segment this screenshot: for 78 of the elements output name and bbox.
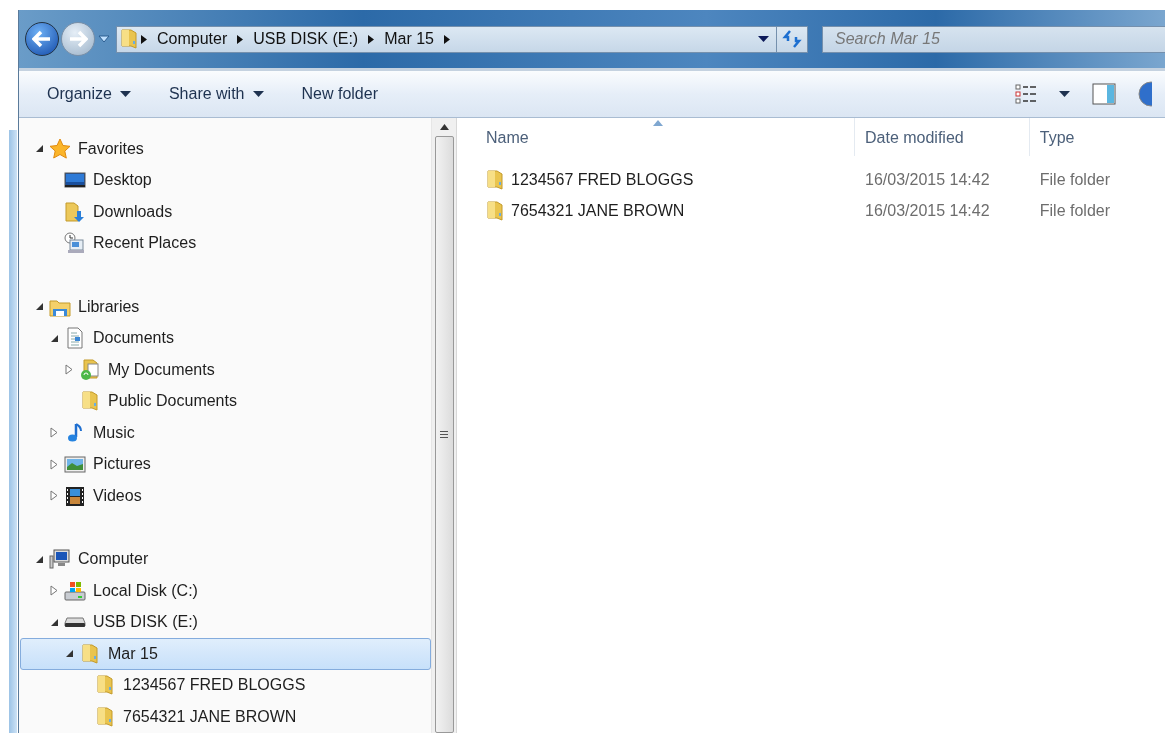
view-options-icon[interactable] <box>1015 84 1037 104</box>
document-icon <box>64 327 86 350</box>
recent-places-icon <box>64 232 86 255</box>
tree-item[interactable]: Desktop <box>20 164 431 196</box>
tree-item[interactable]: Mar 15 <box>20 638 431 670</box>
breadcrumb-arrow-icon[interactable] <box>237 34 244 44</box>
grip-icon <box>440 431 448 438</box>
tree-item[interactable]: 1234567 FRED BLOGGS <box>20 669 431 701</box>
column-header[interactable]: Name <box>457 118 855 156</box>
collapse-arrow-icon[interactable] <box>65 649 74 659</box>
collapse-arrow-icon[interactable] <box>50 333 59 343</box>
tree-item[interactable]: Libraries <box>20 291 431 323</box>
tree-item[interactable]: Favorites <box>20 133 431 165</box>
picture-icon <box>64 453 86 476</box>
folder-icon <box>97 705 113 728</box>
table-cell: File folder <box>1039 202 1110 220</box>
computer-icon <box>49 548 71 571</box>
search-field[interactable]: Search Mar 15 <box>822 25 1165 53</box>
column-header[interactable]: Type <box>1029 118 1165 156</box>
scrollbar-thumb[interactable] <box>434 136 454 733</box>
collapse-arrow-icon[interactable] <box>35 554 44 564</box>
breadcrumb[interactable]: Computer <box>157 30 228 48</box>
star-icon <box>49 137 71 160</box>
tree-item[interactable]: Recent Places <box>20 227 431 259</box>
tree-item[interactable]: Music <box>20 417 431 449</box>
table-cell: 16/03/2015 14:42 <box>865 170 990 188</box>
expand-arrow-icon[interactable] <box>50 585 59 597</box>
breadcrumb-arrow-icon[interactable] <box>368 34 375 44</box>
collapse-arrow-icon[interactable] <box>35 302 44 312</box>
folder-icon <box>487 168 503 191</box>
downloads-icon <box>64 200 86 223</box>
help-icon[interactable] <box>1138 81 1152 107</box>
toolbar-button[interactable]: New folder <box>293 81 386 107</box>
folder-icon <box>97 674 113 697</box>
tree-item[interactable]: Videos <box>20 480 431 512</box>
breadcrumb[interactable]: USB DISK (E:) <box>253 30 359 48</box>
table-cell: File folder <box>1039 170 1110 188</box>
caret-icon[interactable] <box>1059 91 1070 97</box>
tree-item[interactable]: USB DISK (E:) <box>20 606 431 638</box>
toolbar-button[interactable]: Share with <box>160 81 272 107</box>
file-name[interactable]: 7654321 JANE BROWN <box>511 202 685 221</box>
file-name[interactable]: 1234567 FRED BLOGGS <box>511 170 694 189</box>
breadcrumb[interactable]: Mar 15 <box>384 30 434 48</box>
folder-icon <box>121 28 137 50</box>
breadcrumb-arrow-icon[interactable] <box>443 34 450 44</box>
back-arrow-icon <box>32 30 52 48</box>
tree-item[interactable]: Documents <box>20 322 431 354</box>
scrollbar[interactable] <box>431 118 456 733</box>
back-button[interactable] <box>25 22 59 56</box>
folder-icon <box>82 390 98 413</box>
tree-item[interactable]: Pictures <box>20 448 431 480</box>
collapse-arrow-icon[interactable] <box>35 144 44 154</box>
drive-icon <box>64 617 86 628</box>
folder-icon <box>82 642 98 665</box>
forward-arrow-icon <box>68 30 88 48</box>
folder-icon <box>487 200 503 223</box>
address-bar[interactable]: Computer USB DISK (E:) Mar 15 <box>116 25 808 53</box>
tree-item[interactable]: 7654321 JANE BROWN <box>20 701 431 733</box>
tree-item[interactable]: Computer <box>20 543 431 575</box>
collapse-arrow-icon[interactable] <box>50 617 59 627</box>
tree-item[interactable]: Local Disk (C:) <box>20 575 431 607</box>
table-cell: 16/03/2015 14:42 <box>865 202 990 220</box>
expand-arrow-icon[interactable] <box>50 427 59 439</box>
expand-arrow-icon[interactable] <box>50 490 59 502</box>
tree-item[interactable]: Downloads <box>20 196 431 228</box>
shared-documents-icon <box>79 358 101 381</box>
tree-item[interactable]: Public Documents <box>20 385 431 417</box>
dropdown-arrow-icon[interactable] <box>757 36 769 42</box>
scroll-up-arrow-icon[interactable] <box>439 124 449 130</box>
breadcrumb-arrow-icon[interactable] <box>141 34 147 44</box>
expand-arrow-icon[interactable] <box>50 458 59 470</box>
film-strip-icon <box>64 484 86 507</box>
preview-pane-icon[interactable] <box>1092 83 1116 105</box>
column-header[interactable]: Date modified <box>855 118 1030 156</box>
hard-drive-icon <box>64 579 86 602</box>
tree-item[interactable]: My Documents <box>20 354 431 386</box>
expand-arrow-icon[interactable] <box>65 364 74 376</box>
toolbar-button[interactable]: Organize <box>39 81 139 107</box>
